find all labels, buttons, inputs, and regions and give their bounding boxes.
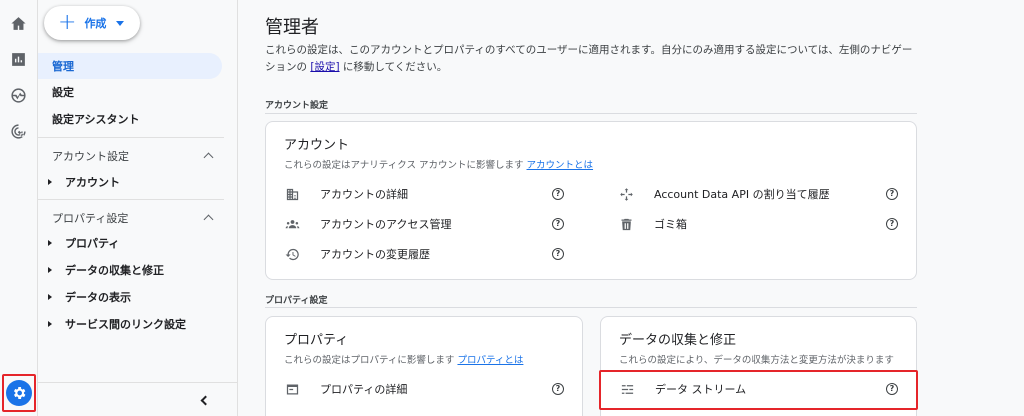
account-card-subtitle-text: これらの設定はアナリティクス アカウントに影響します: [284, 160, 524, 171]
help-icon[interactable]: ?: [552, 188, 564, 200]
reports-icon[interactable]: [4, 45, 32, 73]
property-details-label: プロパティの詳細: [320, 383, 408, 396]
account-access-row[interactable]: アカウントのアクセス管理: [284, 214, 451, 234]
property-card: プロパティ これらの設定はプロパティに影響します プロパティとは プロパティの詳…: [265, 316, 583, 416]
expand-arrow-icon: [48, 321, 52, 327]
property-section-label: プロパティ設定: [265, 296, 328, 306]
expand-arrow-icon: [48, 294, 52, 300]
building-icon: [284, 186, 300, 202]
data-collection-card-title: データの収集と修正: [619, 333, 737, 348]
admin-gear-icon[interactable]: [6, 380, 32, 406]
nav-item-product-links-label: サービス間のリンク設定: [65, 318, 186, 331]
trash-icon: [618, 216, 634, 232]
nav-divider: [38, 382, 238, 383]
history-icon: [284, 246, 300, 262]
help-icon[interactable]: ?: [552, 383, 564, 395]
nav-divider: [38, 199, 224, 200]
web-window-icon: [284, 381, 300, 397]
expand-arrow-icon: [48, 240, 52, 246]
nav-section-account-settings[interactable]: アカウント設定: [52, 148, 214, 164]
page-title: 管理者: [265, 17, 319, 38]
admin-nav-highlight[interactable]: [2, 374, 36, 412]
expand-arrow-icon: [48, 179, 52, 185]
nav-item-admin[interactable]: 管理: [38, 53, 222, 79]
account-details-label: アカウントの詳細: [320, 188, 408, 201]
nav-divider: [38, 137, 224, 138]
account-history-label: アカウントの変更履歴: [320, 248, 430, 261]
help-icon[interactable]: ?: [552, 248, 564, 260]
what-is-property-link[interactable]: プロパティとは: [457, 355, 523, 366]
chevron-left-icon: [200, 395, 211, 405]
explore-icon[interactable]: [4, 81, 32, 109]
expand-arrow-icon: [48, 267, 52, 273]
nav-section-property-settings[interactable]: プロパティ設定: [52, 210, 214, 226]
create-button-label: 作成: [84, 17, 107, 30]
icon-rail: [0, 0, 38, 416]
admin-nav-panel: + 作成 管理 設定 設定アシスタント アカウント設定 アカウント プロパティ設…: [38, 0, 238, 416]
plus-icon: +: [58, 10, 77, 35]
main-content: 管理者 これらの設定は、このアカウントとプロパティのすべてのユーザーに適用されま…: [265, 0, 925, 416]
section-divider: [265, 307, 917, 308]
nav-item-data-collection[interactable]: データの収集と修正: [38, 259, 164, 281]
analytics-admin-app: + 作成 管理 設定 設定アシスタント アカウント設定 アカウント プロパティ設…: [0, 0, 1024, 416]
nav-item-setup-assistant[interactable]: 設定アシスタント: [38, 106, 140, 132]
description-text-end: に移動してください。: [339, 61, 448, 73]
nav-item-data-display-label: データの表示: [65, 291, 131, 304]
nav-item-data-collection-label: データの収集と修正: [65, 264, 164, 277]
account-card-title: アカウント: [284, 138, 350, 153]
nav-item-property[interactable]: プロパティ: [38, 232, 119, 254]
account-details-row[interactable]: アカウントの詳細: [284, 184, 408, 204]
trash-label: ゴミ箱: [654, 218, 687, 231]
help-icon[interactable]: ?: [886, 188, 898, 200]
caret-down-icon: [116, 20, 125, 26]
help-icon[interactable]: ?: [552, 218, 564, 230]
nav-section-account-settings-label: アカウント設定: [52, 150, 129, 163]
account-history-row[interactable]: アカウントの変更履歴: [284, 244, 430, 264]
nav-item-data-display[interactable]: データの表示: [38, 286, 131, 308]
what-is-account-link[interactable]: アカウントとは: [527, 160, 594, 171]
arrows-icon: [618, 186, 634, 202]
chevron-up-icon: [203, 152, 214, 163]
trash-row[interactable]: ゴミ箱: [618, 214, 687, 234]
property-card-title: プロパティ: [284, 333, 349, 348]
data-api-quota-label: Account Data API の割り当て履歴: [654, 188, 830, 201]
nav-item-settings[interactable]: 設定: [38, 79, 74, 105]
advertising-icon[interactable]: [4, 117, 32, 145]
collapse-nav-button[interactable]: [196, 392, 212, 408]
nav-item-account-label: アカウント: [65, 176, 120, 189]
property-details-row[interactable]: プロパティの詳細: [284, 379, 407, 399]
section-divider: [265, 113, 917, 114]
nav-section-property-settings-label: プロパティ設定: [52, 212, 129, 225]
nav-item-property-label: プロパティ: [65, 237, 120, 250]
people-icon: [284, 216, 300, 232]
help-icon[interactable]: ?: [886, 218, 898, 230]
nav-item-product-links[interactable]: サービス間のリンク設定: [38, 313, 186, 335]
nav-item-account[interactable]: アカウント: [38, 171, 120, 193]
data-collection-card-subtitle: これらの設定により、データの収集方法と変更方法が決まります: [619, 355, 894, 366]
page-description: これらの設定は、このアカウントとプロパティのすべてのユーザーに適用されます。自分…: [265, 42, 915, 76]
property-card-subtitle: これらの設定はプロパティに影響します プロパティとは: [284, 352, 523, 366]
account-section-label: アカウント設定: [265, 101, 329, 111]
data-api-quota-row[interactable]: Account Data API の割り当て履歴: [618, 184, 830, 204]
property-card-subtitle-text: これらの設定はプロパティに影響します: [284, 355, 455, 366]
settings-link[interactable]: [設定]: [310, 61, 339, 73]
home-icon[interactable]: [4, 9, 32, 37]
create-button[interactable]: + 作成: [44, 6, 140, 40]
data-streams-highlight: [599, 370, 918, 410]
account-card-subtitle: これらの設定はアナリティクス アカウントに影響します アカウントとは: [284, 157, 593, 171]
chevron-up-icon: [203, 214, 214, 225]
account-card: アカウント これらの設定はアナリティクス アカウントに影響します アカウントとは…: [265, 121, 917, 280]
account-access-label: アカウントのアクセス管理: [320, 218, 452, 231]
